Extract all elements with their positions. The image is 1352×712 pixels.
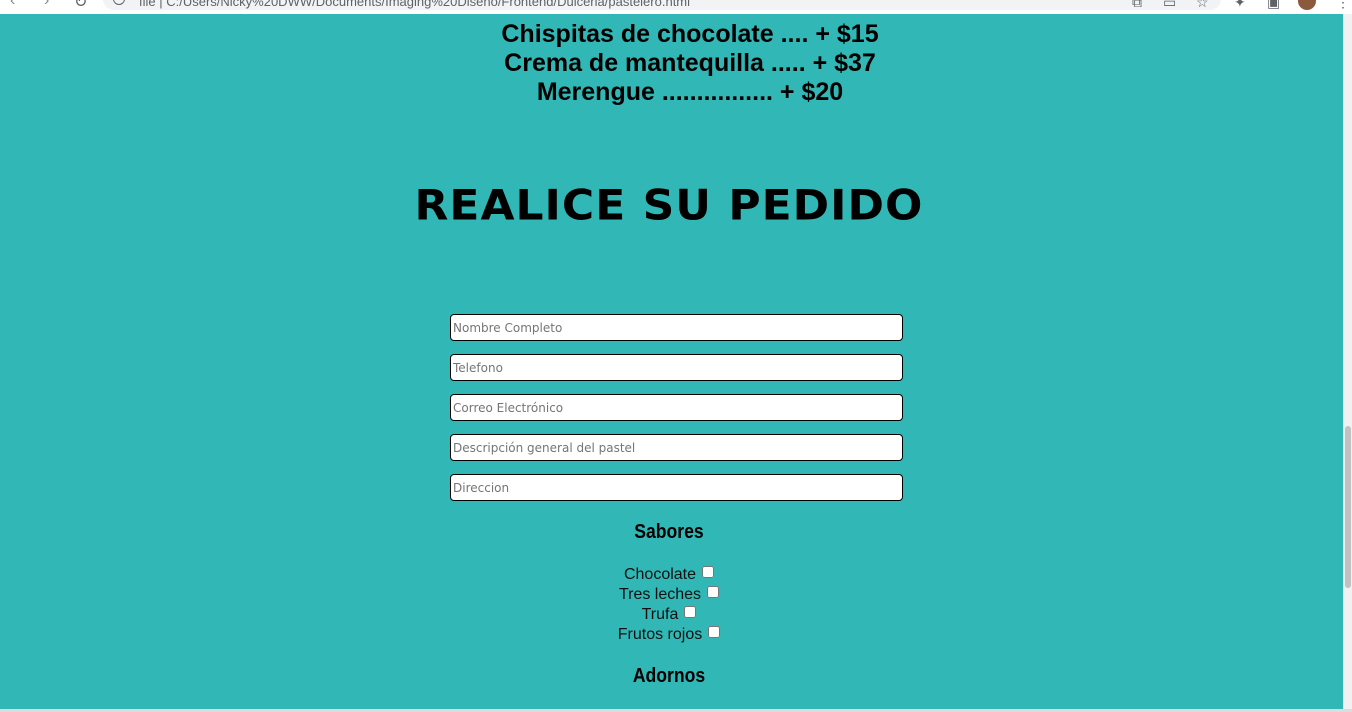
back-icon[interactable]: ‹ (10, 0, 15, 10)
address-url: file | C:/Users/Nicky%20DWW/Documents/Im… (139, 0, 691, 9)
scrollbar-thumb[interactable] (1345, 426, 1351, 588)
flavor-label: Chocolate (623, 566, 697, 583)
flavor-checkbox-tres-leches[interactable] (707, 586, 720, 598)
forward-icon[interactable]: › (44, 0, 49, 10)
flavor-checkbox-trufa[interactable] (684, 606, 697, 618)
extensions-icon[interactable]: ✦ (1234, 0, 1246, 11)
menu-kebab-icon[interactable]: ⋮ (1336, 0, 1350, 11)
email-input[interactable] (450, 394, 903, 421)
full-name-input[interactable] (450, 314, 903, 341)
browser-toolbar: ‹ › ↻ file | C:/Users/Nicky%20DWW/Docume… (0, 0, 1352, 14)
decorations-heading: Adornos (632, 665, 706, 687)
topping-item: Chispitas de chocolate .... + $15 (501, 20, 879, 48)
flavor-label: Tres leches (618, 586, 702, 603)
address-bar[interactable]: file | C:/Users/Nicky%20DWW/Documents/Im… (103, 0, 1221, 10)
topping-item: Merengue ................ + $20 (536, 78, 844, 106)
bookmark-star-icon[interactable]: ☆ (1196, 0, 1209, 11)
flavor-option: Chocolate (0, 565, 1338, 585)
topping-item: Crema de mantequilla ..... + $37 (504, 49, 876, 77)
phone-input[interactable] (450, 354, 903, 381)
flavor-checkbox-chocolate[interactable] (702, 566, 715, 578)
address-input[interactable] (450, 474, 903, 501)
order-heading: Realice su pedido (414, 181, 924, 230)
flavor-option: Trufa (0, 605, 1338, 625)
flavor-option: Frutos rojos (0, 625, 1338, 645)
flavor-option: Tres leches (0, 585, 1338, 605)
sidepanel-icon[interactable]: ▣ (1267, 0, 1280, 11)
flavor-checkbox-frutos-rojos[interactable] (708, 626, 721, 638)
toppings-price-list: Chispitas de chocolate .... + $15 Crema … (0, 20, 1352, 107)
cake-description-input[interactable] (450, 434, 903, 461)
profile-avatar[interactable] (1298, 0, 1316, 10)
page-scrollbar[interactable] (1343, 14, 1352, 712)
flavor-label: Trufa (641, 606, 679, 623)
flavors-heading: Sabores (634, 521, 704, 543)
install-icon[interactable]: ▭ (1163, 0, 1176, 11)
flavor-label: Frutos rojos (617, 626, 703, 643)
reload-icon[interactable]: ↻ (74, 0, 87, 12)
share-icon[interactable]: ⧉ (1132, 0, 1142, 11)
site-info-icon[interactable] (113, 0, 125, 5)
